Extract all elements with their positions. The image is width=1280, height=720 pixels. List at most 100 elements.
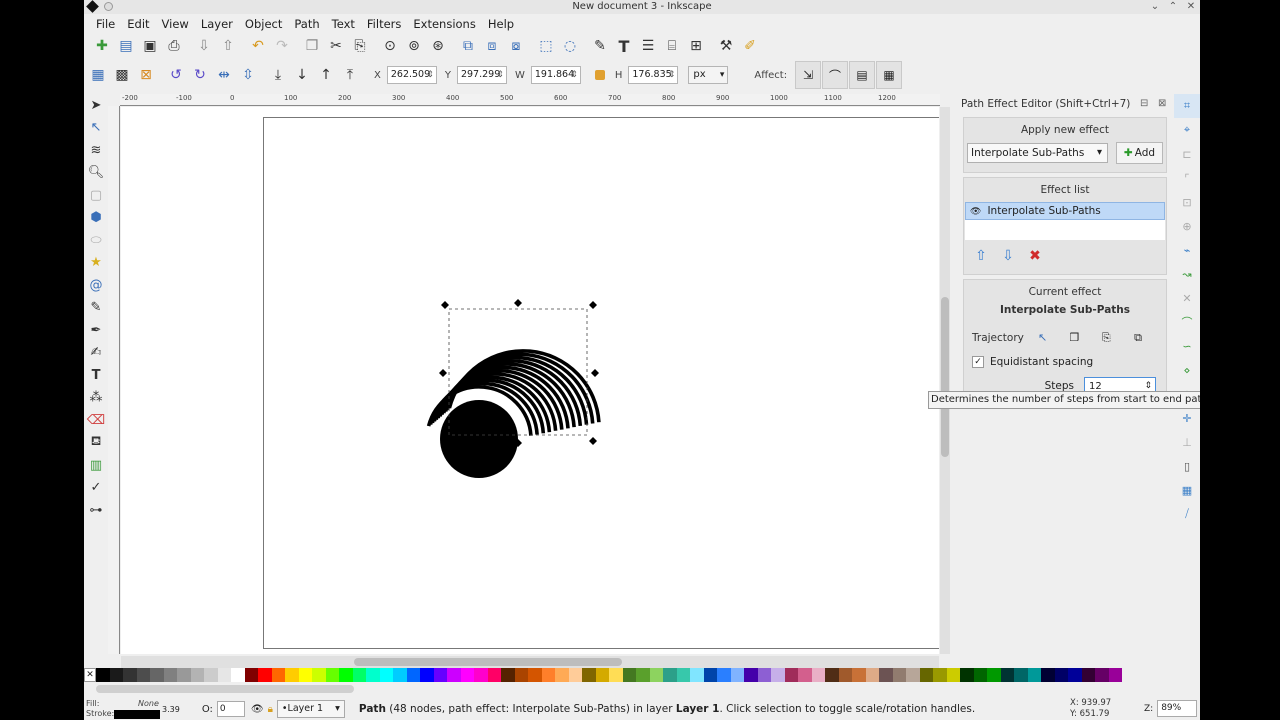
color-swatch[interactable] — [838, 668, 852, 682]
color-swatch[interactable] — [406, 668, 420, 682]
deselect-icon[interactable]: ⊠ — [134, 64, 158, 86]
affect-gradients-icon[interactable]: ▤ — [849, 61, 876, 89]
select-all-icon[interactable]: ▦ — [86, 64, 110, 86]
color-swatch[interactable] — [622, 668, 636, 682]
color-swatch[interactable] — [730, 668, 744, 682]
color-swatch[interactable] — [163, 668, 177, 682]
scale-handle[interactable] — [514, 299, 522, 307]
w-input[interactable]: 191.864 — [530, 66, 581, 84]
lower-icon[interactable]: ↓ — [290, 64, 314, 86]
snap-bbox-icon[interactable]: ⌖ — [1174, 118, 1200, 142]
snap-smooth-icon[interactable]: ∽ — [1174, 334, 1200, 358]
group-icon[interactable]: ⬚ — [534, 35, 558, 57]
print-icon[interactable]: ⎙ — [162, 35, 186, 57]
eraser-tool-icon[interactable]: ⌫ — [84, 409, 108, 432]
color-swatch[interactable] — [541, 668, 555, 682]
select-all-layers-icon[interactable]: ▩ — [110, 64, 134, 86]
color-swatch[interactable] — [285, 668, 299, 682]
snap-paths-icon[interactable]: ↝ — [1174, 262, 1200, 286]
no-paint-swatch-icon[interactable]: ✕ — [84, 668, 96, 682]
save-icon[interactable]: ▣ — [138, 35, 162, 57]
calligraphy-tool-icon[interactable]: ✍ — [84, 342, 108, 365]
color-swatch[interactable] — [352, 668, 366, 682]
color-swatch[interactable] — [420, 668, 434, 682]
color-swatch[interactable] — [379, 668, 393, 682]
color-swatch[interactable] — [366, 668, 380, 682]
close-icon[interactable]: ✕ — [1184, 0, 1198, 14]
window-menu-icon[interactable] — [104, 2, 113, 11]
color-swatch[interactable] — [460, 668, 474, 682]
snap-enable-icon[interactable]: ⌗ — [1174, 94, 1200, 118]
color-swatch[interactable] — [339, 668, 353, 682]
redo-icon[interactable]: ↷ — [270, 35, 294, 57]
effect-type-select[interactable]: Interpolate Sub-Paths — [967, 143, 1108, 163]
ungroup-icon[interactable]: ◌ — [558, 35, 582, 57]
affect-rounded-corners-icon[interactable]: ⌒ — [822, 61, 849, 89]
color-swatch[interactable] — [690, 668, 704, 682]
cut-icon[interactable]: ✂ — [324, 35, 348, 57]
layers-icon[interactable]: ☰ — [636, 35, 660, 57]
copy-path-icon[interactable]: ❐ — [1063, 328, 1087, 348]
spiral-tool-icon[interactable]: @ — [84, 274, 108, 297]
canvas[interactable] — [121, 107, 939, 654]
connector-tool-icon[interactable]: ⊶ — [84, 499, 108, 522]
color-swatch[interactable] — [906, 668, 920, 682]
color-swatch[interactable] — [757, 668, 771, 682]
color-swatch[interactable] — [649, 668, 663, 682]
snap-bbox-edge-icon[interactable]: ⊏ — [1174, 142, 1200, 166]
menu-path[interactable]: Path — [288, 14, 325, 34]
fill-stroke-icon[interactable]: ✎ — [588, 35, 612, 57]
snap-grid-icon[interactable]: ▦ — [1174, 478, 1200, 502]
color-swatch[interactable] — [582, 668, 596, 682]
snap-bbox-corner-icon[interactable]: ⌜ — [1174, 166, 1200, 190]
current-layer-select[interactable]: •Layer 1 — [276, 700, 345, 718]
color-swatch[interactable] — [1108, 668, 1122, 682]
menu-filters[interactable]: Filters — [361, 14, 407, 34]
color-swatch[interactable] — [973, 668, 987, 682]
color-swatch[interactable] — [811, 668, 825, 682]
menu-layer[interactable]: Layer — [195, 14, 239, 34]
snap-text-baseline-icon[interactable]: ⊥ — [1174, 430, 1200, 454]
menu-help[interactable]: Help — [482, 14, 520, 34]
star-tool-icon[interactable]: ★ — [84, 252, 108, 275]
remove-effect-icon[interactable]: ✖ — [1024, 246, 1046, 266]
color-swatch[interactable] — [717, 668, 731, 682]
color-swatch[interactable] — [487, 668, 501, 682]
color-swatch[interactable] — [204, 668, 218, 682]
align-distribute-icon[interactable]: ⊞ — [684, 35, 708, 57]
color-swatch[interactable] — [96, 668, 110, 682]
fill-stroke-indicator[interactable]: None — [114, 699, 160, 719]
color-swatch[interactable] — [123, 668, 137, 682]
palette-scrollbar[interactable] — [84, 684, 1200, 694]
color-swatch[interactable] — [771, 668, 785, 682]
snap-page-border-icon[interactable]: ▯ — [1174, 454, 1200, 478]
rotate-ccw-icon[interactable]: ↺ — [164, 64, 188, 86]
scale-handle[interactable] — [441, 301, 449, 309]
panel-close-icon[interactable]: ⊠ — [1158, 95, 1166, 113]
layer-lock-icon[interactable]: 🔒︎ — [268, 704, 273, 715]
color-swatch[interactable] — [825, 668, 839, 682]
color-swatch[interactable] — [177, 668, 191, 682]
color-swatch[interactable] — [663, 668, 677, 682]
color-swatch[interactable] — [393, 668, 407, 682]
color-swatch[interactable] — [933, 668, 947, 682]
color-swatch[interactable] — [609, 668, 623, 682]
zoom-input[interactable]: 89% — [1157, 700, 1198, 717]
pencil-tool-icon[interactable]: ✎ — [84, 297, 108, 320]
vertical-scrollbar[interactable] — [940, 107, 950, 654]
scale-handle[interactable] — [589, 301, 597, 309]
color-swatch[interactable] — [1000, 668, 1014, 682]
color-swatch[interactable] — [568, 668, 582, 682]
menu-object[interactable]: Object — [239, 14, 288, 34]
color-swatch[interactable] — [1041, 668, 1055, 682]
paste-path-icon[interactable]: ⎘ — [1094, 328, 1118, 348]
color-swatch[interactable] — [514, 668, 528, 682]
edit-on-canvas-icon[interactable]: ↖ — [1031, 328, 1055, 348]
menu-text[interactable]: Text — [326, 14, 361, 34]
color-swatch[interactable] — [676, 668, 690, 682]
color-swatch[interactable] — [1054, 668, 1068, 682]
color-swatch[interactable] — [136, 668, 150, 682]
color-swatch[interactable] — [150, 668, 164, 682]
color-swatch[interactable] — [595, 668, 609, 682]
xml-editor-icon[interactable]: ⌸ — [660, 35, 684, 57]
